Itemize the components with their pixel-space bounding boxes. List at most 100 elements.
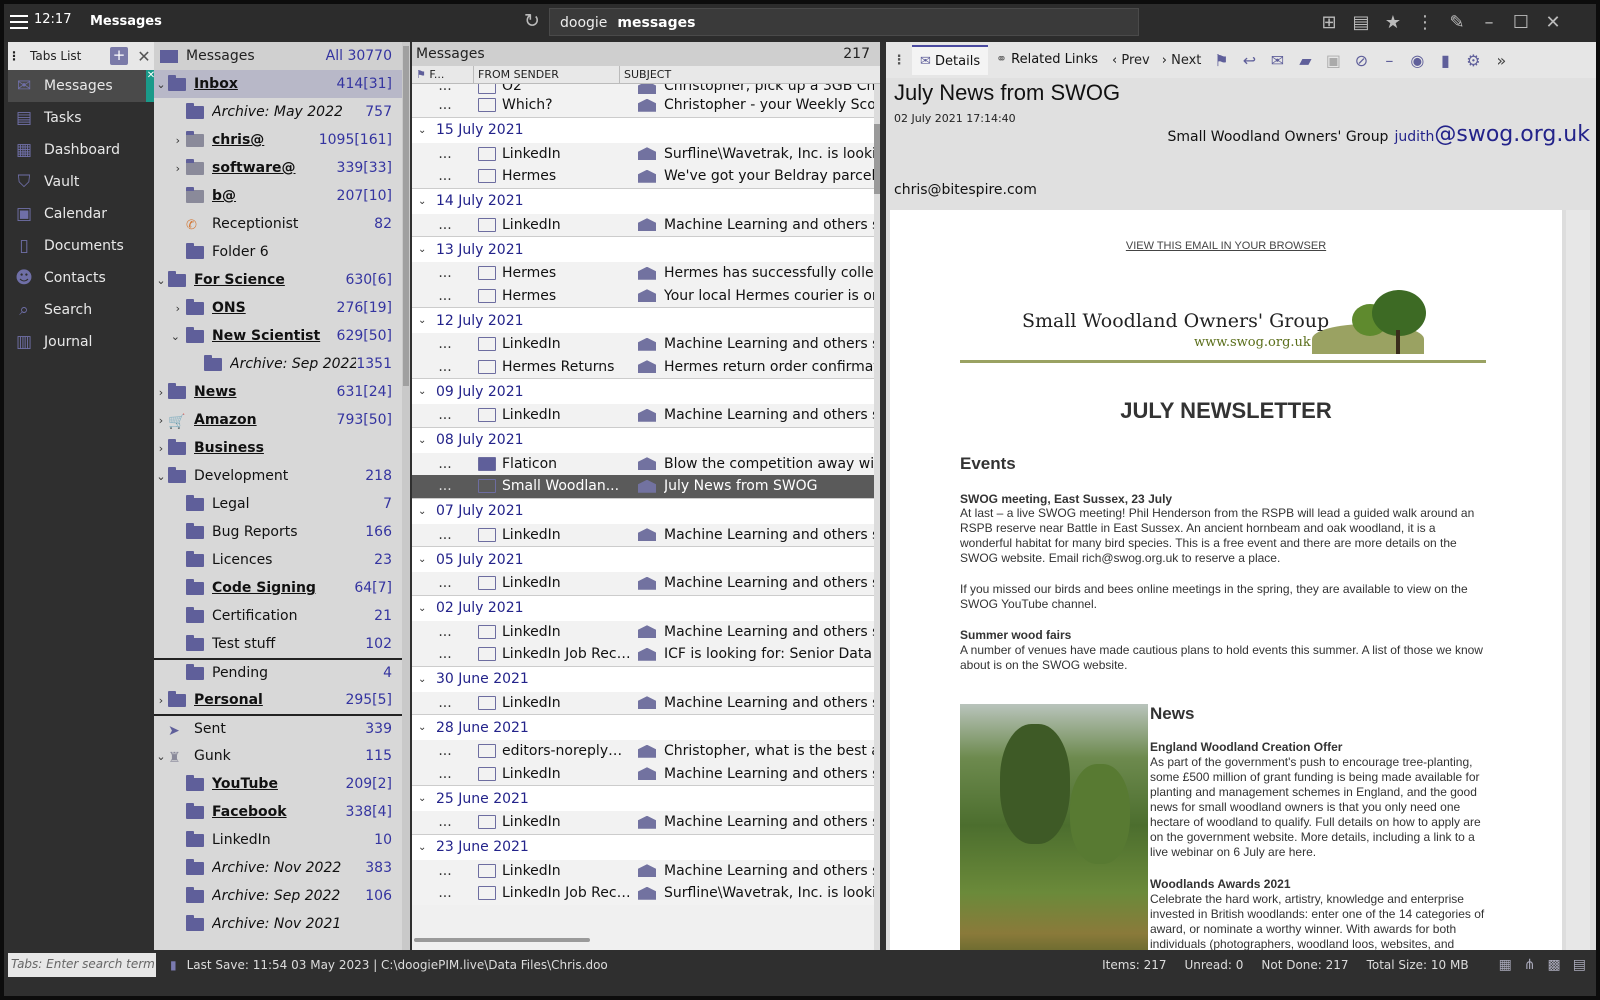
date-group-header[interactable]: ⌄ 15 July 2021: [412, 116, 880, 143]
selected-message-row[interactable]: ... Small Woodlan... July News from SWOG: [412, 475, 880, 498]
more-dots[interactable]: ...: [412, 146, 478, 162]
more-dots[interactable]: ...: [412, 885, 478, 901]
more-dots[interactable]: ...: [412, 743, 478, 759]
message-row[interactable]: ... LinkedIn Machine Learning and others s…: [412, 404, 880, 427]
column-from[interactable]: FROM SENDER: [474, 66, 620, 83]
expand-arrow-icon[interactable]: ›: [154, 442, 168, 455]
message-row[interactable]: ... Hermes Hermes has successfully collect…: [412, 262, 880, 285]
message-row[interactable]: ... LinkedIn Machine Learning and others s…: [412, 811, 880, 834]
folder-bug-reports[interactable]: Bug Reports 166: [154, 518, 402, 546]
more-dots[interactable]: ...: [412, 766, 478, 782]
folder-for-science[interactable]: ⌄ For Science 630[6]: [154, 266, 402, 294]
star-icon[interactable]: ★: [1378, 9, 1408, 37]
sidebar-item-vault[interactable]: ⛉ Vault: [8, 166, 154, 198]
folder-b[interactable]: b@ 207[10]: [154, 182, 402, 210]
list-view-icon[interactable]: ▤: [1573, 957, 1586, 973]
sidebar-item-documents[interactable]: ▯ Documents: [8, 230, 154, 262]
more-dots[interactable]: ...: [412, 217, 478, 233]
bookmarks-icon[interactable]: ▤: [1346, 9, 1376, 37]
folder-tree-scrollbar[interactable]: [402, 42, 410, 960]
message-row[interactable]: ... LinkedIn Machine Learning and others s…: [412, 333, 880, 356]
eye-icon[interactable]: ◉: [1403, 51, 1431, 70]
folder-code-signing[interactable]: Code Signing 64[7]: [154, 574, 402, 602]
tools-icon[interactable]: ✎: [1442, 9, 1472, 37]
expand-panel-icon[interactable]: »: [1487, 51, 1515, 70]
message-row[interactable]: ... LinkedIn Machine Learning and others s…: [412, 213, 880, 236]
collapse-arrow-icon[interactable]: ⌄: [154, 78, 168, 91]
chevron-down-icon[interactable]: ⌄: [418, 603, 436, 614]
folder-archive-sep-2022[interactable]: Archive: Sep 2022 106: [154, 882, 402, 910]
date-group-header[interactable]: ⌄ 28 June 2021: [412, 714, 880, 740]
more-dots[interactable]: ...: [412, 168, 478, 184]
folder-receptionist[interactable]: ✆ Receptionist 82: [154, 210, 402, 238]
folder-personal[interactable]: › Personal 295[5]: [154, 686, 402, 714]
message-row[interactable]: ... LinkedIn Machine Learning and others s…: [412, 859, 880, 882]
collapse-arrow-icon[interactable]: ⌄: [154, 330, 186, 343]
reply-icon[interactable]: ↩: [1235, 51, 1263, 70]
folder-inbox[interactable]: ⌄ Inbox 414[31]: [154, 70, 402, 98]
more-dots[interactable]: ...: [412, 265, 478, 281]
more-dots[interactable]: ...: [412, 695, 478, 711]
chevron-down-icon[interactable]: ⌄: [418, 196, 436, 207]
message-list-scrollbar[interactable]: [874, 84, 880, 950]
sidebar-item-contacts[interactable]: ☻ Contacts: [8, 262, 154, 294]
next-button[interactable]: › Next: [1156, 53, 1208, 68]
expand-arrow-icon[interactable]: ›: [154, 414, 168, 427]
close-tabs-icon[interactable]: ✕: [134, 47, 154, 66]
chevron-down-icon[interactable]: ⌄: [418, 722, 436, 733]
folder-legal[interactable]: Legal 7: [154, 490, 402, 518]
folder-archive-sep-2022-ns[interactable]: Archive: Sep 2022 1351: [154, 350, 402, 378]
more-dots[interactable]: ...: [412, 359, 478, 375]
sidebar-item-search[interactable]: ⌕ Search: [8, 294, 154, 326]
more-dots[interactable]: ...: [412, 288, 478, 304]
date-group-header[interactable]: ⌄ 13 July 2021: [412, 236, 880, 262]
date-group-header[interactable]: ⌄ 25 June 2021: [412, 785, 880, 811]
message-row[interactable]: ... LinkedIn Job Reco... Surfline\Wavetrak…: [412, 882, 880, 905]
scrollbar-thumb[interactable]: [874, 124, 880, 194]
sidebar-item-calendar[interactable]: ▣ Calendar: [8, 198, 154, 230]
view-in-browser-link[interactable]: VIEW THIS EMAIL IN YOUR BROWSER: [890, 240, 1562, 252]
folder-pending[interactable]: Pending 4: [154, 658, 402, 686]
tabs-menu-icon[interactable]: ⋮: [8, 49, 20, 63]
column-flag[interactable]: ⚑ F...: [412, 66, 474, 83]
forward-mail-icon[interactable]: ✉: [1263, 51, 1291, 70]
chevron-down-icon[interactable]: ⌄: [418, 315, 436, 326]
chevron-down-icon[interactable]: ⌄: [418, 435, 436, 446]
date-group-header[interactable]: ⌄ 05 July 2021: [412, 546, 880, 572]
sidebar-item-messages[interactable]: ✉ Messages ✕: [8, 70, 156, 102]
close-icon[interactable]: ✕: [1538, 9, 1568, 37]
settings-gear-icon[interactable]: ⚙: [1459, 51, 1487, 70]
message-row[interactable]: ... Flaticon Blow the competition away wit…: [412, 452, 880, 475]
reader-menu-icon[interactable]: ⋮: [886, 53, 912, 68]
more-dots[interactable]: ...: [412, 646, 478, 662]
chevron-down-icon[interactable]: ⌄: [418, 793, 436, 804]
folder-test-stuff[interactable]: Test stuff 102: [154, 630, 402, 658]
more-dots[interactable]: ...: [412, 97, 478, 113]
more-dots[interactable]: ...: [412, 407, 478, 423]
chevron-down-icon[interactable]: ⌄: [418, 842, 436, 853]
more-dots[interactable]: ...: [412, 336, 478, 352]
message-row[interactable]: ... LinkedIn Surfline\Wavetrak, Inc. is lo…: [412, 142, 880, 165]
message-row[interactable]: ... LinkedIn Job Reco... ICF is looking fo…: [412, 643, 880, 666]
folder-certification[interactable]: Certification 21: [154, 602, 402, 630]
horizontal-scrollbar[interactable]: [414, 938, 590, 942]
message-row[interactable]: ... LinkedIn Machine Learning and others s…: [412, 762, 880, 785]
expand-arrow-icon[interactable]: ›: [154, 134, 186, 147]
message-sender[interactable]: Small Woodland Owners' Group judith@swog.…: [1167, 122, 1590, 147]
block-icon[interactable]: ⊘: [1347, 51, 1375, 70]
chevron-down-icon[interactable]: ⌄: [418, 125, 436, 136]
date-group-header[interactable]: ⌄ 12 July 2021: [412, 307, 880, 333]
folder-development[interactable]: ⌄ Development 218: [154, 462, 402, 490]
flag-icon[interactable]: ⚑: [1207, 51, 1235, 70]
tree-view-icon[interactable]: ⋔: [1524, 957, 1536, 973]
reader-scrollbar[interactable]: [1566, 210, 1590, 950]
folder-chris[interactable]: › chris@ 1095[161]: [154, 126, 402, 154]
tiles-view-icon[interactable]: ▩: [1548, 957, 1561, 973]
more-dots[interactable]: ...: [412, 863, 478, 879]
more-dots[interactable]: ...: [412, 478, 478, 494]
message-row[interactable]: ... editors-noreply@li... Christopher, wha…: [412, 740, 880, 763]
chevron-down-icon[interactable]: ⌄: [418, 674, 436, 685]
prev-button[interactable]: ‹ Prev: [1106, 53, 1156, 68]
minus-icon[interactable]: –: [1375, 51, 1403, 70]
more-dots[interactable]: ...: [412, 84, 478, 94]
